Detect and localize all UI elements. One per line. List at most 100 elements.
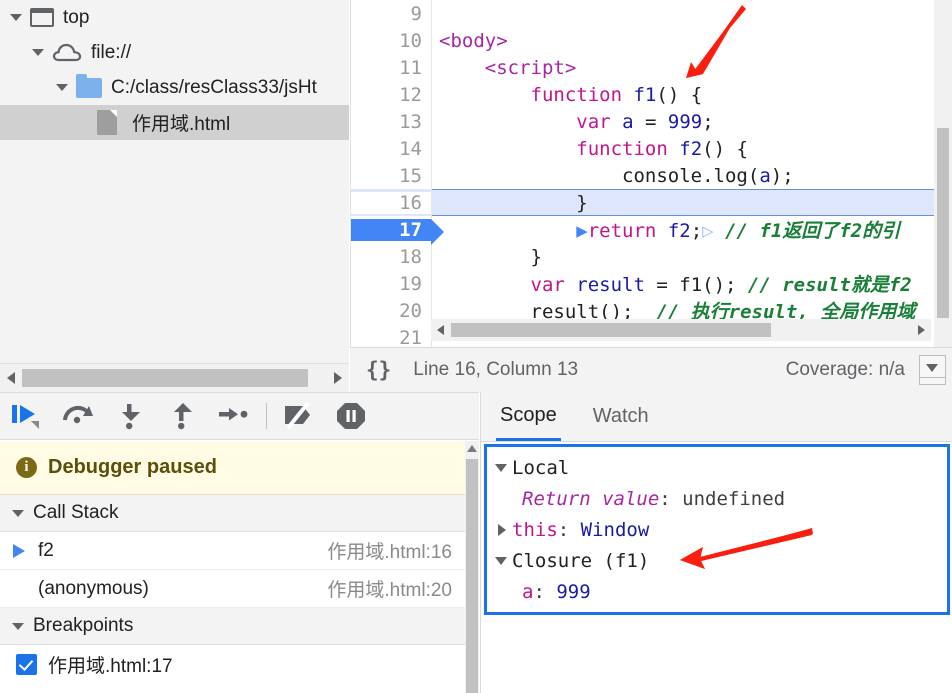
code-token-number: 999 xyxy=(667,110,703,133)
tree-item-folder-path[interactable]: C:/class/resClass33/jsHt xyxy=(0,70,349,105)
call-stack-title: Call Stack xyxy=(33,502,119,523)
scrollbar-thumb[interactable] xyxy=(451,323,771,337)
deactivate-breakpoints-icon xyxy=(285,401,310,430)
scroll-right-arrow-icon[interactable] xyxy=(918,325,925,335)
breakpoint-checkbox[interactable] xyxy=(16,653,37,675)
scope-property-value: 999 xyxy=(556,580,591,603)
code-text[interactable]: console.log(a); xyxy=(431,165,952,187)
code-token-keyword: var xyxy=(530,274,565,296)
tab-watch[interactable]: Watch xyxy=(589,392,653,441)
code-line-15[interactable]: 15 console.log(a); xyxy=(351,162,952,189)
code-text[interactable]: function f1() { xyxy=(431,84,952,106)
call-stack-section-header[interactable]: Call Stack xyxy=(0,495,465,532)
scope-row-a[interactable]: a: 999 xyxy=(489,576,947,607)
chevron-right-icon[interactable] xyxy=(498,523,506,536)
code-token-keyword: var xyxy=(576,110,611,133)
chevron-down-icon[interactable] xyxy=(32,46,45,59)
scope-row-return-value[interactable]: Return value: undefined xyxy=(489,483,947,514)
code-text[interactable]: ▶return f2;▷ // f1返回了f2的引 xyxy=(431,216,952,243)
code-text[interactable]: } xyxy=(431,192,952,214)
scroll-left-arrow-icon[interactable] xyxy=(7,372,15,384)
editor-horizontal-scrollbar[interactable] xyxy=(431,319,931,341)
line-number: 20 xyxy=(399,299,422,322)
editor-status-bar: {} Line 16, Column 13 Coverage: n/a xyxy=(350,347,952,392)
code-line-19[interactable]: 19 var result = f1(); // result就是f2 xyxy=(351,270,952,297)
scope-property-name: this xyxy=(512,518,558,541)
tab-scope[interactable]: Scope xyxy=(496,392,561,441)
scope-row-this[interactable]: this: Window xyxy=(489,514,947,545)
scope-tree[interactable]: Local Return value: undefined this: Wind… xyxy=(484,444,950,615)
code-line-12[interactable]: 12 function f1() { xyxy=(351,81,952,108)
scroll-right-arrow-icon[interactable] xyxy=(334,372,342,384)
line-number: 10 xyxy=(399,29,422,52)
chevron-down-icon[interactable] xyxy=(56,81,69,94)
file-navigator-tree[interactable]: top file:// C:/class/resClass33/jsHt 作用域… xyxy=(0,0,349,363)
scope-watch-tablist: Scope Watch xyxy=(481,392,952,442)
chevron-down-icon[interactable] xyxy=(12,509,24,517)
scope-property-value: Window xyxy=(580,518,650,541)
tree-item-top[interactable]: top xyxy=(0,0,349,35)
code-line-17[interactable]: 17 ▶return f2;▷ // f1返回了f2的引 xyxy=(351,216,952,245)
code-token-tag: <script> xyxy=(484,56,577,79)
code-text[interactable]: var a = 999; xyxy=(431,111,952,133)
code-line-10[interactable]: 10 <body> xyxy=(351,27,952,54)
scrollbar-thumb[interactable] xyxy=(937,128,949,318)
scroll-up-arrow-icon[interactable] xyxy=(467,445,477,452)
code-line-9[interactable]: 9 xyxy=(351,0,952,27)
pause-on-exceptions-icon xyxy=(337,403,365,429)
line-number: 14 xyxy=(399,137,422,160)
scope-group-label: Local xyxy=(512,456,570,479)
breakpoints-section-header[interactable]: Breakpoints xyxy=(0,608,465,645)
chevron-down-icon[interactable] xyxy=(12,622,24,630)
code-text[interactable]: <body> xyxy=(431,30,952,52)
breakpoint-row[interactable]: 作用域.html:17 xyxy=(0,645,465,683)
source-code-editor[interactable]: 9 10 <body> 11 <script> 12 function f1()… xyxy=(350,0,952,347)
code-token-variable: a xyxy=(622,110,634,133)
code-text[interactable]: } xyxy=(431,246,952,268)
code-text[interactable]: function f2() { xyxy=(431,138,952,160)
debugger-panel-vertical-scrollbar[interactable] xyxy=(465,441,479,693)
scrollbar-thumb[interactable] xyxy=(22,369,308,387)
step-out-of-current-function-button[interactable] xyxy=(156,393,208,439)
code-token-punct: () { xyxy=(656,83,703,106)
scroll-left-arrow-icon[interactable] xyxy=(437,325,444,335)
pretty-print-icon[interactable]: {} xyxy=(366,358,391,382)
scrollbar-thumb[interactable] xyxy=(466,459,478,693)
code-line-16[interactable]: 16 } xyxy=(351,189,952,216)
step-button[interactable] xyxy=(208,393,260,439)
line-number: 21 xyxy=(399,326,422,348)
file-tree-horizontal-scrollbar[interactable] xyxy=(0,363,349,392)
step-into-next-function-call-button[interactable] xyxy=(104,393,156,439)
chevron-down-icon[interactable] xyxy=(919,355,946,385)
code-line-14[interactable]: 14 function f2() { xyxy=(351,135,952,162)
chevron-down-icon[interactable] xyxy=(495,556,507,565)
call-stack-row-f2[interactable]: f2 作用域.html:16 xyxy=(0,532,465,570)
deactivate-breakpoints-button[interactable] xyxy=(273,393,325,439)
scope-group-local[interactable]: Local xyxy=(489,452,947,483)
file-icon xyxy=(97,110,117,135)
chevron-down-icon[interactable] xyxy=(10,11,23,24)
line-number: 15 xyxy=(399,164,422,187)
scope-group-closure-f1[interactable]: Closure (f1) xyxy=(489,545,947,576)
call-stack-row-anonymous[interactable]: (anonymous) 作用域.html:20 xyxy=(0,570,465,608)
step-over-next-function-call-button[interactable] xyxy=(52,393,104,439)
code-text[interactable]: var result = f1(); // result就是f2 xyxy=(431,270,952,297)
code-line-18[interactable]: 18 } xyxy=(351,243,952,270)
code-token-keyword: return xyxy=(587,220,657,242)
frame-arrow-placeholder-icon xyxy=(13,582,29,596)
step-icon xyxy=(219,408,248,421)
chevron-down-icon[interactable] xyxy=(495,463,507,472)
code-token-punct: } xyxy=(530,245,542,268)
current-frame-arrow-icon xyxy=(13,543,29,558)
resume-script-execution-button[interactable] xyxy=(0,393,52,439)
line-number-current-execution: 17 xyxy=(351,218,444,245)
tree-item-file-scheme[interactable]: file:// xyxy=(0,35,349,70)
tree-item-html-file[interactable]: 作用域.html xyxy=(0,105,349,140)
code-token-function-name: f2 xyxy=(679,137,703,160)
pause-on-exceptions-button[interactable] xyxy=(325,393,377,439)
code-line-13[interactable]: 13 var a = 999; xyxy=(351,108,952,135)
editor-vertical-scrollbar[interactable] xyxy=(934,0,952,347)
code-line-11[interactable]: 11 <script> xyxy=(351,54,952,81)
code-text[interactable]: <script> xyxy=(431,57,952,79)
scope-group-global[interactable]: Global Window xyxy=(489,607,947,613)
